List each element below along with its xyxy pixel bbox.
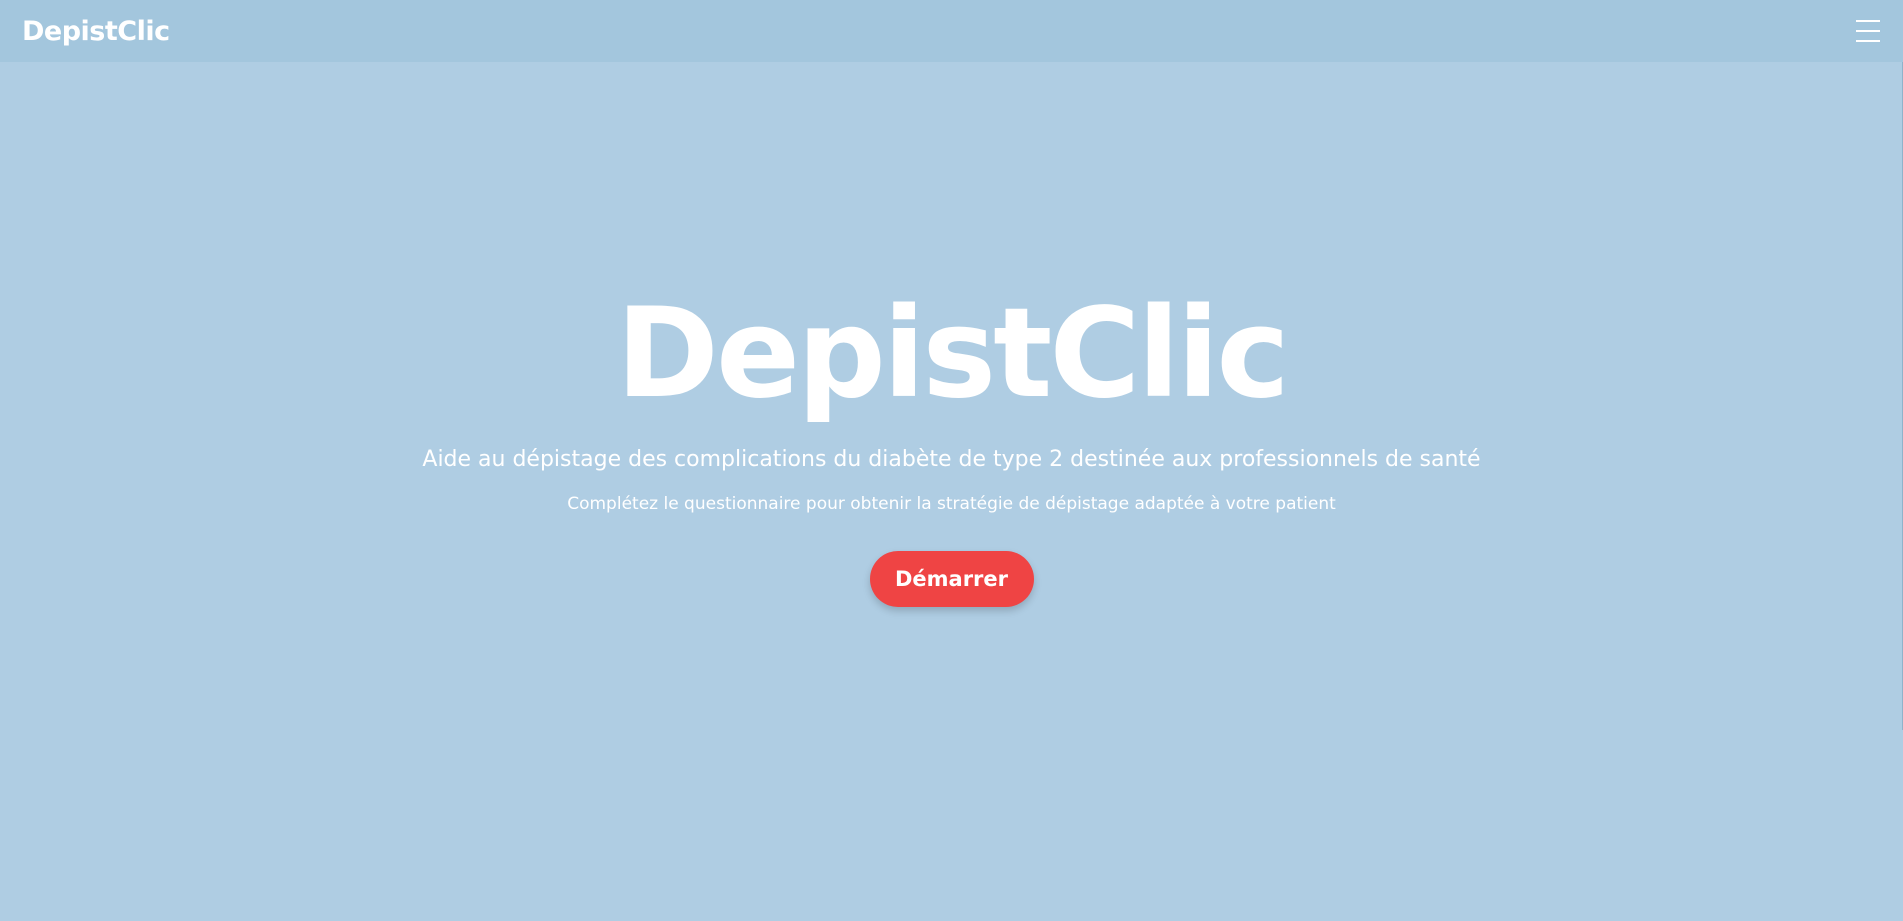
menu-icon-bar-top xyxy=(1856,20,1880,22)
hero-description: Complétez le questionnaire pour obtenir … xyxy=(567,493,1336,514)
menu-icon-bar-bottom xyxy=(1856,40,1880,42)
hero-title: DepistClic xyxy=(616,282,1290,426)
hamburger-menu-icon[interactable] xyxy=(1856,20,1882,42)
start-button[interactable]: Démarrer xyxy=(869,550,1034,607)
navbar: DepistClic xyxy=(0,0,1903,62)
hero-subtitle: Aide au dépistage des complications du d… xyxy=(422,447,1481,472)
menu-icon-bar-middle xyxy=(1856,30,1880,32)
brand-logo-link[interactable]: DepistClic xyxy=(22,16,170,47)
hero-section: DepistClic Aide au dépistage des complic… xyxy=(0,62,1903,921)
